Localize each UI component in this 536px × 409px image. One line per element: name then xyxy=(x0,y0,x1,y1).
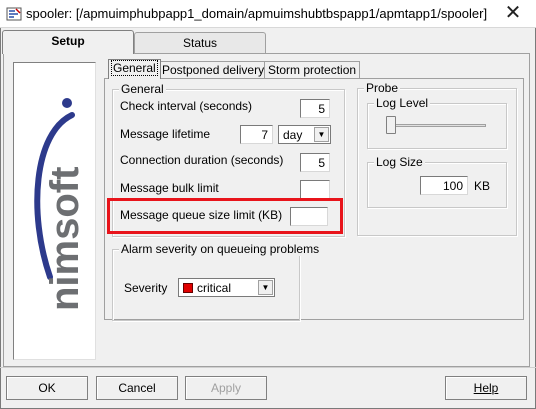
tab-status[interactable]: Status xyxy=(134,32,266,54)
subtab-general[interactable]: General xyxy=(108,59,161,79)
probe-group-legend: Probe xyxy=(364,81,401,95)
bulk-limit-label: Message bulk limit xyxy=(120,181,219,195)
tab-setup[interactable]: Setup xyxy=(2,30,134,54)
general-group-legend: General xyxy=(119,82,166,96)
help-button[interactable]: Help xyxy=(445,376,527,400)
highlight-annotation xyxy=(107,198,343,234)
log-size-unit: KB xyxy=(474,179,491,193)
log-level-slider-thumb[interactable] xyxy=(386,116,396,134)
message-lifetime-label: Message lifetime xyxy=(120,127,211,141)
window-title: spooler: [/apmuimphubpapp1_domain/apmuim… xyxy=(26,6,488,21)
log-size-legend: Log Size xyxy=(374,155,425,169)
check-interval-label: Check interval (seconds) xyxy=(120,99,253,113)
connection-duration-input[interactable]: 5 xyxy=(300,153,330,172)
log-level-legend: Log Level xyxy=(374,96,431,110)
cancel-button[interactable]: Cancel xyxy=(96,376,178,400)
apply-button[interactable]: Apply xyxy=(185,376,267,400)
subtab-postponed-delivery[interactable]: Postponed delivery xyxy=(158,61,269,79)
bulk-limit-input[interactable] xyxy=(300,180,330,199)
chevron-down-icon[interactable]: ▼ xyxy=(258,280,273,295)
nimsoft-logo: nimsoft xyxy=(34,98,87,311)
severity-label: Severity xyxy=(124,281,168,295)
app-icon xyxy=(6,7,22,21)
severity-value: critical xyxy=(197,281,232,295)
severity-color-swatch xyxy=(183,283,193,293)
ok-button[interactable]: OK xyxy=(6,376,88,400)
message-lifetime-input[interactable]: 7 xyxy=(240,125,273,144)
help-button-label: Help xyxy=(473,381,499,395)
log-size-input[interactable]: 100 xyxy=(420,176,468,195)
alarm-severity-legend: Alarm severity on queueing problems xyxy=(119,242,322,256)
chevron-down-icon[interactable]: ▼ xyxy=(314,127,329,142)
subtab-general-label: General xyxy=(111,60,158,76)
logo-wordmark: nimsoft xyxy=(43,167,87,311)
close-button[interactable]: ✕ xyxy=(490,0,536,28)
title-bar: spooler: [/apmuimphubpapp1_domain/apmuim… xyxy=(0,0,536,28)
log-level-slider-track[interactable] xyxy=(390,124,486,127)
nimsoft-logo-panel: nimsoft xyxy=(13,62,96,360)
check-interval-input[interactable]: 5 xyxy=(300,99,330,118)
message-lifetime-unit-select[interactable]: day ▼ xyxy=(278,125,331,144)
message-lifetime-unit-value: day xyxy=(283,128,303,142)
severity-select[interactable]: critical ▼ xyxy=(178,278,275,297)
connection-duration-label: Connection duration (seconds) xyxy=(120,153,284,167)
subtab-storm-protection[interactable]: Storm protection xyxy=(264,61,361,79)
